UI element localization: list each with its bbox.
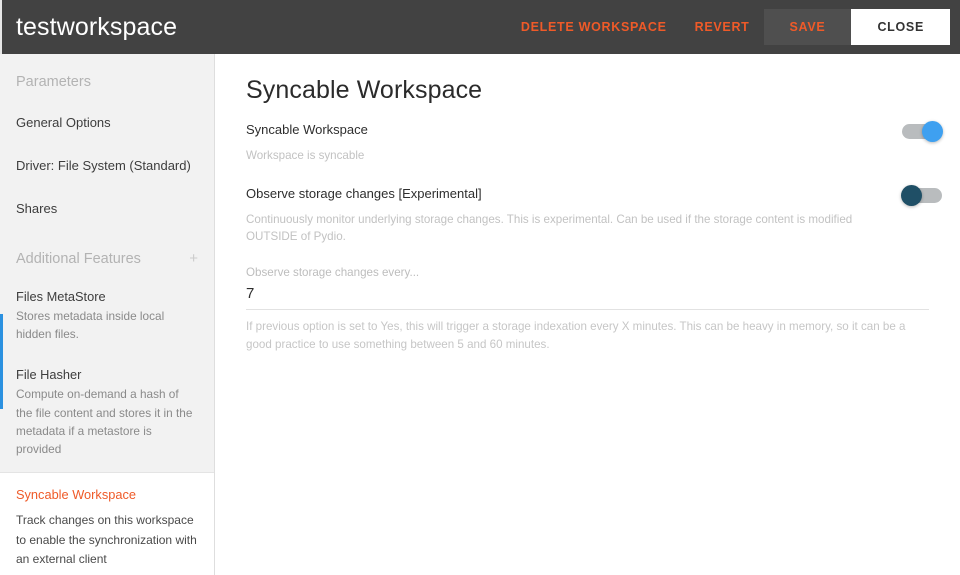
field-label: Observe storage changes [Experimental] — [246, 185, 482, 201]
field-hint: Continuously monitor underlying storage … — [246, 212, 853, 243]
field-body: Observe storage changes [Experimental] C… — [246, 186, 886, 245]
sidebar: Parameters General Options Driver: File … — [0, 54, 215, 575]
sidebar-item-label: General Options — [16, 115, 111, 130]
feature-description: Track changes on this workspace to enabl… — [16, 513, 197, 567]
feature-description: Compute on-demand a hash of the file con… — [16, 387, 193, 457]
sidebar-accent-stripe — [0, 314, 3, 409]
field-observe-storage-changes: Observe storage changes [Experimental] C… — [246, 184, 942, 245]
field-body: Syncable Workspace Workspace is syncable — [246, 122, 886, 164]
close-button[interactable]: CLOSE — [851, 9, 950, 45]
sidebar-item-driver[interactable]: Driver: File System (Standard) — [0, 145, 214, 188]
field-syncable-workspace: Syncable Workspace Workspace is syncable — [246, 121, 943, 164]
feature-title: File Hasher — [16, 367, 82, 383]
observe-interval-input[interactable]: 7 — [246, 280, 929, 309]
toggle-knob — [922, 121, 943, 142]
feature-description: Stores metadata inside local hidden file… — [16, 308, 165, 341]
feature-title: Syncable Workspace — [16, 487, 136, 503]
sidebar-section-additional-features: Additional Features + — [0, 231, 214, 279]
sidebar-item-label: Driver: File System (Standard) — [16, 157, 191, 173]
main-content: Syncable Workspace Syncable Workspace Wo… — [215, 54, 960, 575]
revert-button[interactable]: REVERT — [681, 0, 764, 54]
text-field-underline — [246, 309, 929, 311]
header-actions: DELETE WORKSPACE REVERT SAVE CLOSE — [507, 0, 960, 54]
delete-workspace-button[interactable]: DELETE WORKSPACE — [507, 0, 681, 54]
sidebar-feature-files-metastore[interactable]: Files MetaStore Stores metadata inside l… — [0, 279, 214, 358]
sidebar-section-label: Parameters — [16, 74, 91, 90]
sidebar-feature-syncable-workspace[interactable]: Syncable Workspace Track changes on this… — [0, 472, 214, 575]
toggle-observe-storage-changes[interactable] — [901, 184, 942, 206]
section-title: Syncable Workspace — [246, 76, 483, 104]
text-field-help: If previous option is set to Yes, this w… — [246, 320, 906, 352]
page-title: testworkspace — [16, 12, 178, 41]
sidebar-section-parameters: Parameters — [0, 54, 214, 102]
field-hint: Workspace is syncable — [246, 148, 365, 162]
app-header: testworkspace DELETE WORKSPACE REVERT SA… — [0, 0, 960, 54]
workspace-editor: testworkspace DELETE WORKSPACE REVERT SA… — [0, 0, 960, 575]
toggle-syncable-workspace[interactable] — [902, 121, 943, 142]
sidebar-item-label: Shares — [16, 200, 58, 216]
field-observe-interval: Observe storage changes every... 7 If pr… — [246, 265, 942, 354]
sidebar-feature-file-hasher[interactable]: File Hasher Compute on-demand a hash of … — [0, 357, 214, 472]
field-label: Syncable Workspace — [246, 122, 368, 137]
text-field-label: Observe storage changes every... — [246, 266, 420, 280]
sidebar-item-general-options[interactable]: General Options — [0, 102, 214, 145]
feature-title: Files MetaStore — [16, 288, 106, 304]
body: Parameters General Options Driver: File … — [0, 54, 960, 575]
toggle-knob — [901, 184, 922, 206]
sidebar-section-label: Additional Features — [16, 250, 141, 267]
sidebar-item-shares[interactable]: Shares — [0, 188, 214, 231]
add-feature-icon[interactable]: + — [189, 251, 198, 266]
save-button[interactable]: SAVE — [763, 9, 852, 45]
